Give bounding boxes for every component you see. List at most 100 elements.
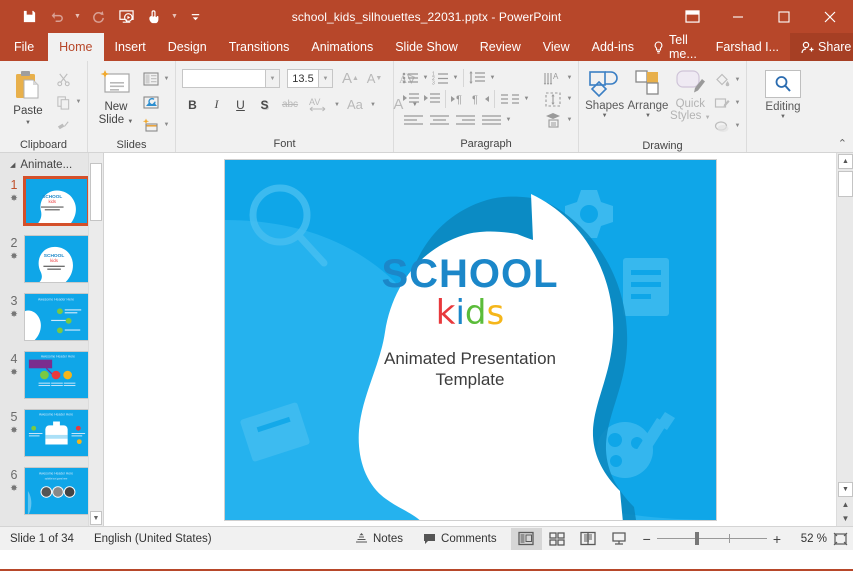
align-center-button[interactable] xyxy=(426,110,452,130)
slideshow-icon[interactable] xyxy=(113,5,139,29)
align-text-dropdown-icon[interactable]: ▼ xyxy=(565,96,574,102)
fit-to-window-icon[interactable] xyxy=(827,528,853,550)
animation-star-icon-5[interactable]: ✸ xyxy=(10,424,18,436)
change-case-button[interactable]: Aa xyxy=(343,94,367,115)
justify-button[interactable] xyxy=(478,110,504,130)
thumbnail-1[interactable]: SCHOOL kids xyxy=(23,176,90,226)
ribbon-display-options-icon[interactable] xyxy=(669,0,715,33)
canvas-vertical-scrollbar[interactable]: ▲ ▼ ▲ ▼ xyxy=(836,153,853,526)
cut-button[interactable] xyxy=(52,68,74,90)
tab-slide-show[interactable]: Slide Show xyxy=(384,33,469,61)
increase-indent-button[interactable] xyxy=(421,89,442,109)
thumbnail-6[interactable]: Awesome Header Here subtitle text goes h… xyxy=(24,467,89,515)
slide-show-view-button[interactable] xyxy=(604,528,635,550)
layout-dropdown-icon[interactable]: ▼ xyxy=(162,76,171,82)
character-spacing-button[interactable]: AV xyxy=(305,94,331,115)
character-spacing-dropdown-icon[interactable]: ▼ xyxy=(334,102,340,108)
shape-outline-dropdown-icon[interactable]: ▼ xyxy=(733,100,742,106)
reset-button[interactable] xyxy=(140,91,162,113)
notes-button[interactable]: Notes xyxy=(345,527,413,550)
italic-button[interactable]: I xyxy=(206,94,227,115)
bullets-dropdown-icon[interactable]: ▼ xyxy=(421,75,430,81)
new-slide-dropdown-icon[interactable]: ▼ xyxy=(127,119,133,125)
editing-button[interactable]: Editing ▼ xyxy=(757,70,809,120)
slide-sorter-view-button[interactable] xyxy=(542,528,573,550)
text-direction-dropdown-icon[interactable]: ▼ xyxy=(565,75,574,81)
align-text-button[interactable] xyxy=(541,89,565,109)
comments-button[interactable]: Comments xyxy=(413,527,507,550)
shape-effects-dropdown-icon[interactable]: ▼ xyxy=(733,123,742,129)
columns-button[interactable] xyxy=(498,89,522,109)
shape-fill-button[interactable] xyxy=(711,69,733,91)
language-indicator[interactable]: English (United States) xyxy=(84,527,222,550)
next-slide-icon[interactable]: ▼ xyxy=(838,512,853,525)
align-right-button[interactable] xyxy=(452,110,478,130)
strikethrough-button[interactable]: abc xyxy=(278,94,302,115)
columns-dropdown-icon[interactable]: ▼ xyxy=(522,96,531,102)
thumbnail-5[interactable]: Awesome Header Here xyxy=(24,409,89,457)
justify-dropdown-icon[interactable]: ▼ xyxy=(504,117,513,123)
numbering-button[interactable]: 123 xyxy=(430,68,451,88)
paste-dropdown-icon[interactable]: ▼ xyxy=(25,119,31,127)
text-shadow-button[interactable]: S xyxy=(254,94,275,115)
animation-star-icon-3[interactable]: ✸ xyxy=(10,308,18,320)
tab-transitions[interactable]: Transitions xyxy=(218,33,301,61)
increase-font-size-button[interactable]: A ▲ xyxy=(340,68,361,89)
tab-file[interactable]: File xyxy=(0,33,48,61)
save-icon[interactable] xyxy=(16,5,42,29)
format-painter-button[interactable] xyxy=(52,114,74,136)
tab-home[interactable]: Home xyxy=(48,33,104,61)
new-slide-button[interactable]: New Slide ▼ xyxy=(92,66,140,127)
align-left-button[interactable] xyxy=(400,110,426,130)
rtl-text-direction-button[interactable]: ¶ xyxy=(470,89,491,109)
account-name[interactable]: Farshad I... xyxy=(705,33,790,61)
tab-animations[interactable]: Animations xyxy=(300,33,384,61)
thumbnail-scrollbar-thumb[interactable] xyxy=(90,163,102,221)
decrease-indent-button[interactable] xyxy=(400,89,421,109)
smartart-dropdown-icon[interactable]: ▼ xyxy=(565,117,574,123)
tab-review[interactable]: Review xyxy=(469,33,532,61)
line-spacing-button[interactable] xyxy=(467,68,488,88)
zoom-control[interactable]: − + xyxy=(635,532,789,546)
touch-mode-dropdown-icon[interactable]: ▼ xyxy=(169,5,180,29)
paste-button[interactable]: Paste ▼ xyxy=(4,66,52,127)
collapse-section-icon[interactable]: ◢ xyxy=(10,161,15,169)
shape-effects-button[interactable] xyxy=(711,115,733,137)
close-icon[interactable] xyxy=(807,0,853,33)
thumbnail-panel-scrollbar[interactable]: ▼ xyxy=(88,153,103,526)
maximize-icon[interactable] xyxy=(761,0,807,33)
bullets-button[interactable] xyxy=(400,68,421,88)
shapes-dropdown-icon[interactable]: ▼ xyxy=(602,113,608,119)
customize-icon[interactable] xyxy=(182,5,208,29)
undo-dropdown-icon[interactable]: ▼ xyxy=(72,5,83,29)
section-button[interactable] xyxy=(140,114,162,136)
thumbnail-scroll-down-icon[interactable]: ▼ xyxy=(90,511,102,525)
undo-icon[interactable] xyxy=(44,5,70,29)
copy-dropdown-icon[interactable]: ▼ xyxy=(74,99,83,105)
decrease-font-size-button[interactable]: A ▼ xyxy=(364,68,385,89)
tab-view[interactable]: View xyxy=(532,33,581,61)
shapes-button[interactable]: Shapes ▼ xyxy=(583,68,626,119)
editing-dropdown-icon[interactable]: ▼ xyxy=(780,114,786,120)
thumbnail-3[interactable]: Awesome Header Here xyxy=(24,293,89,341)
zoom-in-button[interactable]: + xyxy=(773,532,781,546)
copy-button[interactable] xyxy=(52,91,74,113)
font-name-input[interactable] xyxy=(182,69,266,88)
previous-slide-icon[interactable]: ▲ xyxy=(838,498,853,511)
bold-button[interactable]: B xyxy=(182,94,203,115)
line-spacing-dropdown-icon[interactable]: ▼ xyxy=(488,75,497,81)
redo-icon[interactable] xyxy=(85,5,111,29)
shape-fill-dropdown-icon[interactable]: ▼ xyxy=(733,77,742,83)
zoom-out-button[interactable]: − xyxy=(643,532,651,546)
animation-star-icon-1[interactable]: ✸ xyxy=(10,192,18,204)
scrollbar-thumb[interactable] xyxy=(838,171,853,197)
ltr-text-direction-button[interactable]: ¶ xyxy=(449,89,470,109)
arrange-dropdown-icon[interactable]: ▼ xyxy=(645,113,651,119)
layout-button[interactable] xyxy=(140,68,162,90)
scroll-up-icon[interactable]: ▲ xyxy=(838,154,853,169)
font-size-input[interactable]: 13.5 xyxy=(287,69,319,88)
animation-star-icon-6[interactable]: ✸ xyxy=(10,482,18,494)
shape-outline-button[interactable] xyxy=(711,92,733,114)
minimize-icon[interactable] xyxy=(715,0,761,33)
zoom-slider-handle[interactable] xyxy=(694,532,699,545)
